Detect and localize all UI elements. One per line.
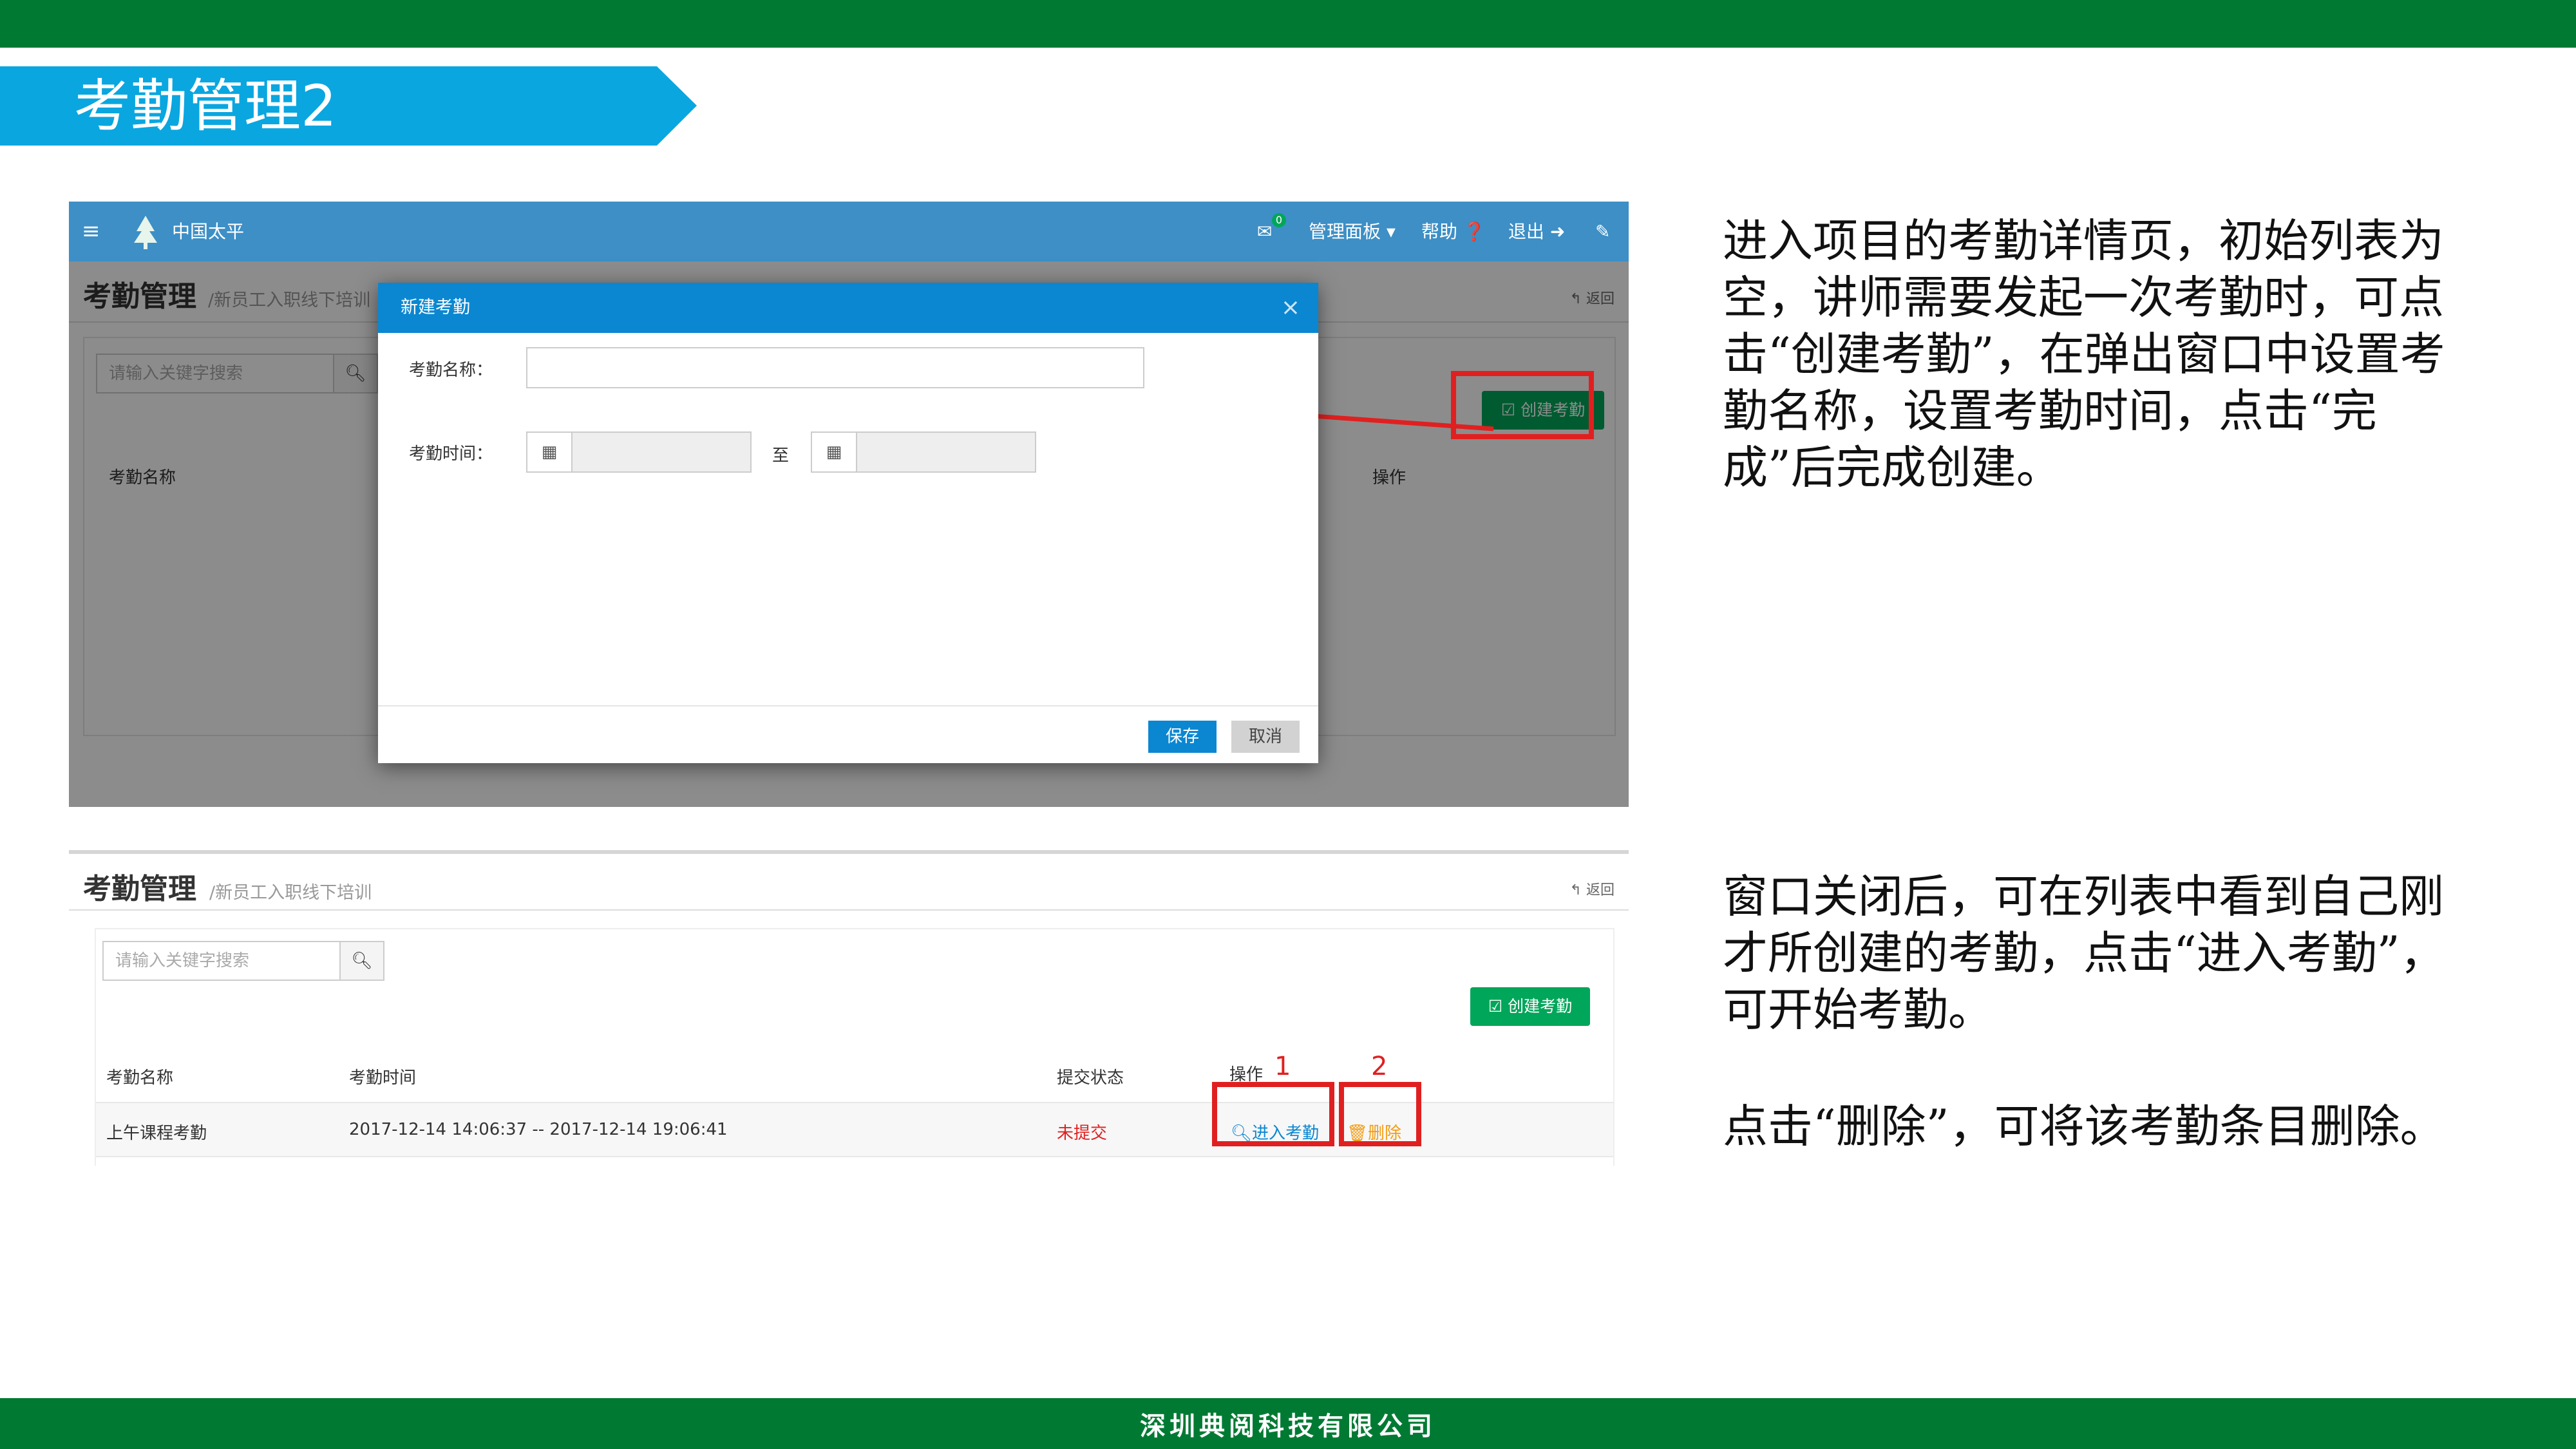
footer-company: 深圳典阅科技有限公司 bbox=[1140, 1411, 1436, 1441]
highlight-box-enter bbox=[1212, 1082, 1334, 1146]
cancel-button[interactable]: 取消 bbox=[1231, 721, 1300, 753]
name-label: 考勤名称： bbox=[409, 361, 493, 380]
hamburger-icon[interactable]: ≡ bbox=[82, 202, 100, 261]
dashboard-menu[interactable]: 管理面板 ▾ bbox=[1309, 202, 1396, 261]
question-icon: ❓ bbox=[1463, 221, 1486, 242]
tree-logo-icon bbox=[130, 202, 161, 261]
dialog-title: 新建考勤 bbox=[378, 283, 1318, 333]
screenshot-create-dialog: ≡ 中国太平 ✉ 0 管理面板 ▾ 帮助 ❓ 退出 ➜ ✎ 考勤管理 /新员工入… bbox=[69, 202, 1629, 807]
search-icon: 🔍︎ bbox=[351, 951, 373, 971]
dashboard-label: 管理面板 bbox=[1309, 221, 1381, 242]
marker-2: 2 bbox=[1371, 1052, 1388, 1081]
description-delete: 点击“删除”，可将该考勤条目删除。 bbox=[1723, 1100, 2445, 1153]
screenshot-attendance-list: 考勤管理 /新员工入职线下培训 ↰ 返回 请输入关键字搜索 🔍︎ ☑ 创建考勤 … bbox=[69, 850, 1629, 1166]
attendance-name-input[interactable] bbox=[526, 347, 1144, 388]
search-button[interactable]: 🔍︎ bbox=[339, 941, 384, 981]
sign-out-icon: ➜ bbox=[1549, 221, 1566, 242]
page-title: 考勤管理 bbox=[83, 873, 196, 905]
highlight-box-delete bbox=[1339, 1082, 1421, 1146]
row-status: 未提交 bbox=[1057, 1124, 1108, 1143]
brush-icon[interactable]: ✎ bbox=[1595, 202, 1610, 261]
back-label: 返回 bbox=[1586, 882, 1615, 898]
search-input[interactable]: 请输入关键字搜索 bbox=[102, 941, 341, 981]
create-attendance-label: 创建考勤 bbox=[1508, 997, 1573, 1016]
logout-label: 退出 bbox=[1508, 221, 1545, 242]
start-time-input[interactable] bbox=[571, 431, 752, 473]
end-calendar-icon[interactable]: ▦ bbox=[811, 431, 857, 473]
header-name: 考勤名称 bbox=[106, 1068, 174, 1088]
save-button[interactable]: 保存 bbox=[1148, 721, 1217, 753]
end-time-input[interactable] bbox=[856, 431, 1036, 473]
brand-name[interactable]: 中国太平 bbox=[172, 202, 244, 261]
title-banner: 考勤管理2 bbox=[0, 66, 697, 146]
back-link[interactable]: ↰ 返回 bbox=[1570, 878, 1615, 899]
row-time: 2017-12-14 14:06:37 -- 2017-12-14 19:06:… bbox=[349, 1120, 728, 1139]
header-status: 提交状态 bbox=[1057, 1068, 1124, 1088]
row-name: 上午课程考勤 bbox=[106, 1124, 207, 1143]
start-calendar-icon[interactable]: ▦ bbox=[526, 431, 573, 473]
top-bar bbox=[0, 0, 2576, 48]
header-time: 考勤时间 bbox=[349, 1068, 417, 1088]
create-attendance-button[interactable]: ☑ 创建考勤 bbox=[1470, 987, 1590, 1026]
slide: 考勤管理2 ≡ 中国太平 ✉ 0 管理面板 ▾ 帮助 ❓ 退出 ➜ ✎ 考勤管理… bbox=[0, 0, 2576, 1449]
breadcrumb[interactable]: /新员工入职线下培训 bbox=[209, 878, 372, 904]
time-label: 考勤时间： bbox=[409, 444, 493, 464]
new-attendance-dialog: 新建考勤 × 考勤名称： 考勤时间： ▦ 至 ▦ 保存 取消 bbox=[378, 283, 1318, 763]
slide-title: 考勤管理2 bbox=[74, 73, 337, 139]
mail-badge: 0 bbox=[1272, 213, 1286, 227]
dialog-footer-divider bbox=[378, 705, 1318, 706]
help-label: 帮助 bbox=[1421, 221, 1458, 242]
help-menu[interactable]: 帮助 ❓ bbox=[1421, 202, 1486, 261]
mail-icon[interactable]: ✉ bbox=[1257, 202, 1272, 261]
marker-1: 1 bbox=[1274, 1052, 1291, 1081]
page-header: 考勤管理 /新员工入职线下培训 ↰ 返回 bbox=[69, 854, 1629, 911]
navbar: ≡ 中国太平 ✉ 0 管理面板 ▾ 帮助 ❓ 退出 ➜ ✎ bbox=[69, 202, 1629, 261]
logout-menu[interactable]: 退出 ➜ bbox=[1508, 202, 1565, 261]
description-create: 进入项目的考勤详情页，初始列表为空，讲师需要发起一次考勤时，可点击“创建考勤”，… bbox=[1723, 214, 2445, 494]
close-icon[interactable]: × bbox=[1281, 283, 1300, 333]
calendar-check-icon: ☑ bbox=[1488, 997, 1508, 1016]
reply-icon: ↰ bbox=[1569, 882, 1586, 898]
bottom-bar: 深圳典阅科技有限公司 bbox=[0, 1398, 2576, 1449]
caret-down-icon: ▾ bbox=[1386, 221, 1396, 242]
to-label: 至 bbox=[772, 446, 790, 466]
description-enter: 窗口关闭后，可在列表中看到自己刚才所创建的考勤，点击“进入考勤”，可开始考勤。 bbox=[1723, 870, 2445, 1036]
